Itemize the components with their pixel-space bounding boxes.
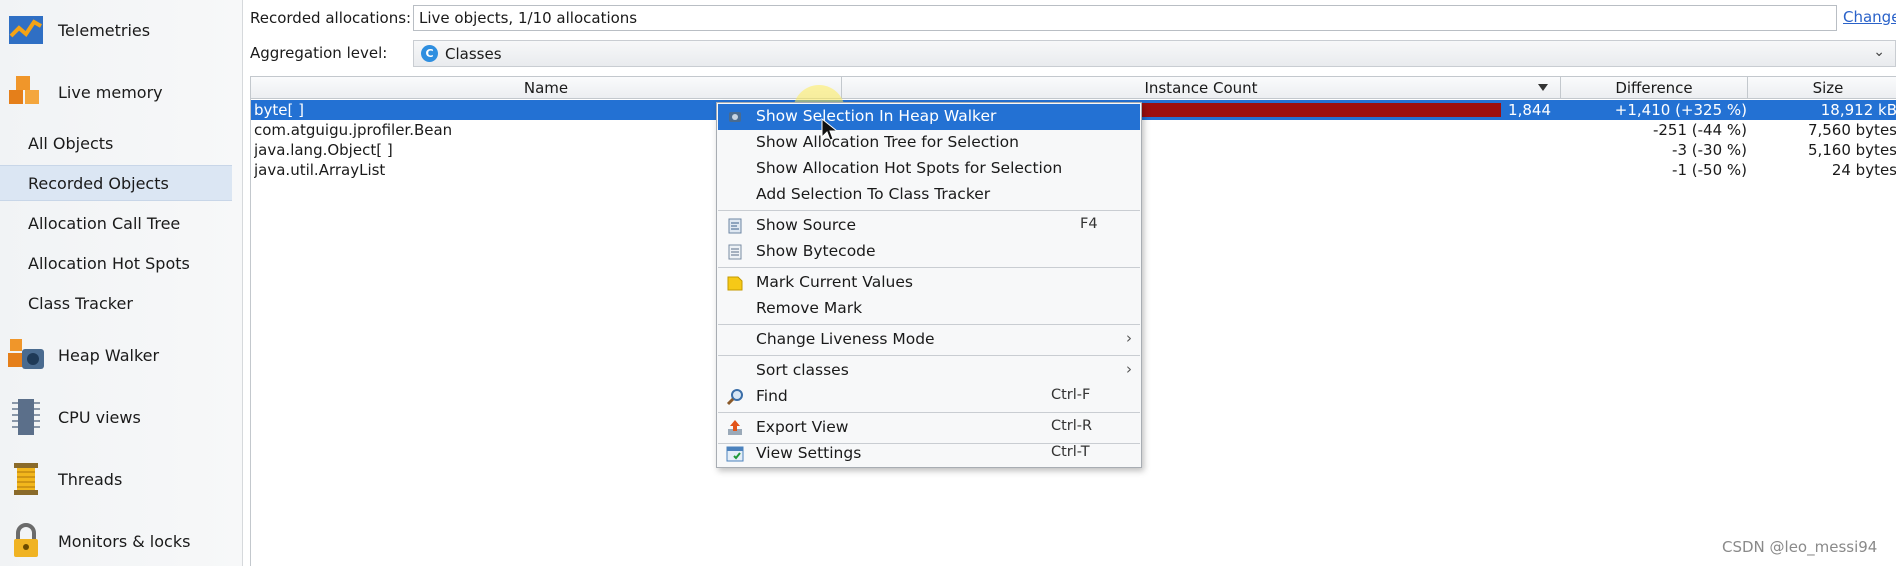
chevron-down-icon: ⌄ <box>1873 44 1885 60</box>
cell-name: java.util.ArrayList <box>254 161 386 179</box>
sidebar-item-cpu-views[interactable]: CPU views <box>0 389 243 445</box>
telemetries-icon <box>9 16 43 44</box>
cell-name: byte[ ] <box>254 101 304 119</box>
sidebar-item-telemetries[interactable]: Telemetries <box>0 2 243 58</box>
export-icon <box>728 420 742 435</box>
menu-item-show-source[interactable]: Show Source F4 <box>718 213 1140 239</box>
heap-walker-small-icon <box>729 112 741 122</box>
sidebar-item-all-objects[interactable]: All Objects <box>0 125 232 161</box>
cpu-views-icon <box>12 399 40 435</box>
mark-icon <box>727 276 743 291</box>
watermark: CSDN @leo_messi94 <box>1722 538 1878 556</box>
source-icon <box>728 218 742 234</box>
sidebar-item-threads[interactable]: Threads <box>0 451 243 507</box>
sidebar-item-allocation-call-tree[interactable]: Allocation Call Tree <box>0 205 232 241</box>
sidebar-item-label: Monitors & locks <box>58 531 191 551</box>
cell-size: 7,560 bytes <box>1807 121 1896 139</box>
aggregation-level-label: Aggregation level: <box>250 44 388 62</box>
sidebar-item-label: Telemetries <box>58 20 151 40</box>
jprofiler-window: Telemetries Live memory All Objects Reco… <box>0 0 1896 566</box>
recorded-allocations-label: Recorded allocations: <box>250 9 412 27</box>
sidebar: Telemetries Live memory All Objects Reco… <box>0 0 243 566</box>
sidebar-item-label: All Objects <box>28 133 114 153</box>
menu-separator <box>718 324 1140 325</box>
cell-size: 18,912 kB <box>1820 101 1896 119</box>
cell-name: com.atguigu.jprofiler.Bean <box>254 121 453 139</box>
live-memory-icon <box>9 76 39 104</box>
cell-difference: -3 (-30 %) <box>1672 141 1747 159</box>
aggregation-level-select[interactable]: C Classes ⌄ <box>413 40 1896 67</box>
sidebar-item-class-tracker[interactable]: Class Tracker <box>0 285 232 321</box>
sidebar-item-monitors-locks[interactable]: Monitors & locks <box>0 513 243 566</box>
menu-separator <box>718 412 1140 413</box>
sidebar-item-label: Allocation Hot Spots <box>28 253 190 273</box>
view-settings-icon <box>726 446 744 462</box>
cell-size: 5,160 bytes <box>1807 141 1896 159</box>
column-header-instance-count[interactable]: Instance Count <box>842 77 1561 99</box>
cell-name: java.lang.Object[ ] <box>254 141 393 159</box>
menu-item-show-allocation-hot-spots[interactable]: Show Allocation Hot Spots for Selection <box>718 156 1140 182</box>
heap-walker-icon <box>8 339 44 369</box>
menu-item-mark-current-values[interactable]: Mark Current Values <box>718 270 1140 296</box>
submenu-arrow-icon: › <box>1126 329 1132 347</box>
menu-separator <box>718 210 1140 211</box>
sidebar-item-live-memory[interactable]: Live memory <box>0 64 243 120</box>
sidebar-item-label: Threads <box>58 469 123 489</box>
sidebar-item-label: Heap Walker <box>58 345 160 365</box>
aggregation-level-value: Classes <box>445 44 502 63</box>
sidebar-item-label: Allocation Call Tree <box>28 213 181 233</box>
cell-instance-count: 1,844 <box>1508 101 1551 119</box>
mouse-cursor-icon <box>821 118 839 141</box>
context-menu: Show Selection In Heap Walker Show Alloc… <box>716 102 1142 468</box>
sidebar-item-heap-walker[interactable]: Heap Walker <box>0 327 243 383</box>
table-header: Name Instance Count Difference Size <box>251 77 1896 99</box>
sidebar-item-label: Class Tracker <box>28 293 133 313</box>
monitors-locks-icon <box>14 523 38 557</box>
recorded-allocations-value: Live objects, 1/10 allocations <box>419 9 638 27</box>
threads-icon <box>14 463 38 495</box>
menu-item-export-view[interactable]: Export View Ctrl-R <box>718 415 1140 441</box>
sidebar-item-label: CPU views <box>58 407 141 427</box>
menu-separator <box>718 355 1140 356</box>
menu-item-change-liveness-mode[interactable]: Change Liveness Mode › <box>718 327 1140 353</box>
sidebar-item-label: Live memory <box>58 82 163 102</box>
cell-difference: -1 (-50 %) <box>1672 161 1747 179</box>
sort-descending-icon <box>1538 84 1548 91</box>
cell-size: 24 bytes <box>1831 161 1896 179</box>
change-link[interactable]: Change <box>1843 8 1896 26</box>
cell-difference: -251 (-44 %) <box>1652 121 1747 139</box>
submenu-arrow-icon: › <box>1126 360 1132 378</box>
menu-item-remove-mark[interactable]: Remove Mark <box>718 296 1140 322</box>
menu-item-view-settings[interactable]: View Settings Ctrl-T <box>718 441 1140 467</box>
column-header-size[interactable]: Size <box>1748 77 1896 99</box>
cell-difference: +1,410 (+325 %) <box>1614 101 1747 119</box>
sidebar-item-recorded-objects[interactable]: Recorded Objects <box>0 165 232 201</box>
column-header-name[interactable]: Name <box>251 77 842 99</box>
sidebar-item-allocation-hot-spots[interactable]: Allocation Hot Spots <box>0 245 232 281</box>
menu-item-show-allocation-tree[interactable]: Show Allocation Tree for Selection <box>718 130 1140 156</box>
recorded-allocations-field[interactable]: Live objects, 1/10 allocations <box>413 5 1837 31</box>
menu-item-show-bytecode[interactable]: Show Bytecode <box>718 239 1140 265</box>
column-header-difference[interactable]: Difference <box>1561 77 1748 99</box>
menu-item-find[interactable]: Find Ctrl-F <box>718 384 1140 410</box>
find-icon <box>726 389 743 406</box>
bytecode-icon <box>728 244 742 260</box>
sidebar-item-label: Recorded Objects <box>28 173 169 193</box>
menu-item-show-selection-in-heap-walker[interactable]: Show Selection In Heap Walker <box>718 104 1140 130</box>
menu-item-sort-classes[interactable]: Sort classes › <box>718 358 1140 384</box>
class-icon: C <box>421 45 438 62</box>
menu-separator <box>718 267 1140 268</box>
menu-item-add-to-class-tracker[interactable]: Add Selection To Class Tracker <box>718 182 1140 208</box>
